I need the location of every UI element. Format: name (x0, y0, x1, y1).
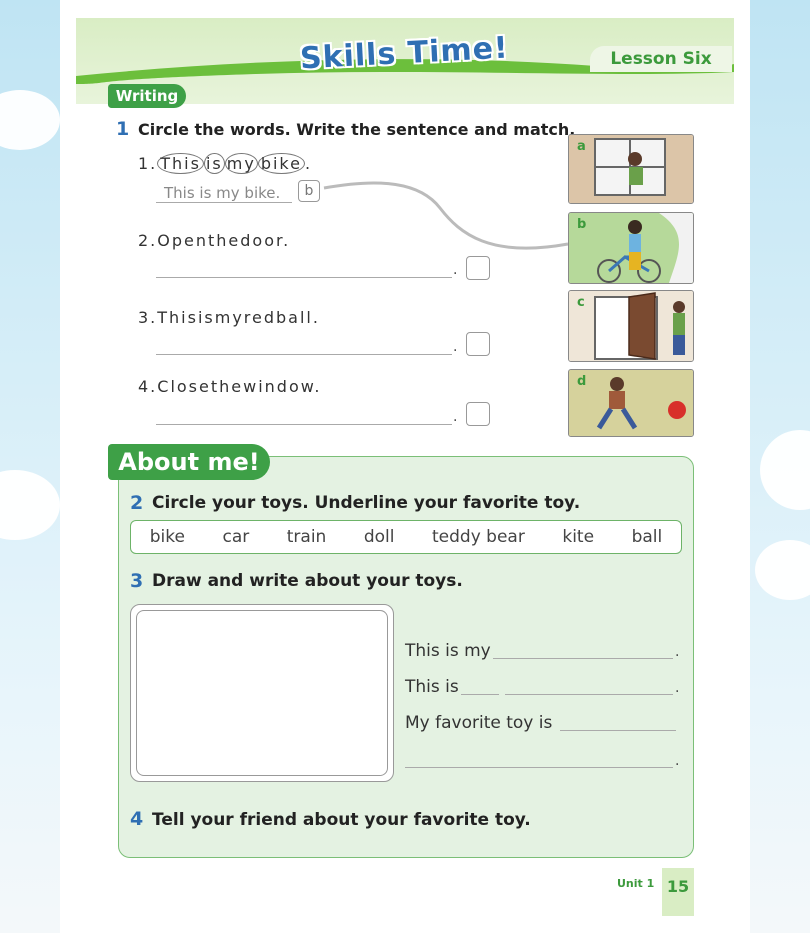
question-instruction: Tell your friend about your favorite toy… (152, 810, 531, 830)
about-me-badge: About me! (108, 444, 270, 480)
lesson-label: Lesson Six (590, 46, 732, 72)
question-instruction: Circle the words. Write the sentence and… (138, 120, 576, 139)
match-connector-line (323, 181, 569, 250)
match-box[interactable] (466, 332, 490, 356)
toy-word[interactable]: kite (562, 527, 594, 547)
picture-label: c (577, 295, 585, 310)
item-2: 2.Openthedoor. (138, 231, 290, 250)
answer-line[interactable] (156, 354, 452, 355)
circled-word[interactable]: my (224, 153, 258, 174)
writing-line[interactable] (560, 730, 676, 731)
toy-word[interactable]: train (287, 527, 327, 547)
item-1: 1. This is my bike. (138, 153, 313, 174)
circled-word[interactable]: This (157, 153, 204, 174)
picture-label: d (577, 374, 587, 389)
picture-c-door: c (568, 290, 694, 362)
writing-line[interactable] (461, 694, 499, 695)
picture-label: b (577, 217, 587, 232)
item-number: 3. (138, 308, 158, 327)
door-illustration (569, 291, 693, 361)
period: . (675, 644, 680, 660)
question-number: 1 (116, 118, 130, 140)
drawing-area[interactable] (136, 610, 388, 776)
bike-illustration (569, 213, 693, 283)
period: . (453, 339, 458, 355)
toy-word[interactable]: bike (150, 527, 185, 547)
sentence-prompt: My favorite toy is (405, 713, 553, 733)
unit-label: Unit 1 (617, 877, 655, 890)
answer-line[interactable] (156, 277, 452, 278)
item-4: 4.Closethewindow. (138, 377, 321, 396)
sentence-prompt: This is my (405, 641, 491, 661)
section-badge-writing: Writing (108, 84, 186, 108)
question-number: 4 (130, 808, 144, 830)
item-number: 2. (138, 231, 158, 250)
ball-illustration (569, 370, 693, 436)
window-illustration (569, 135, 693, 203)
circled-word[interactable]: bike (257, 153, 305, 174)
toy-word[interactable]: car (222, 527, 249, 547)
question-number: 3 (130, 570, 144, 592)
toy-word-bank: bike car train doll teddy bear kite ball (130, 520, 682, 554)
answer-text: This is my bike. (164, 184, 281, 202)
picture-label: a (577, 139, 586, 154)
toy-word[interactable]: doll (364, 527, 395, 547)
scrambled-sentence: Openthedoor. (157, 231, 291, 250)
question-number: 2 (130, 492, 144, 514)
item-3: 3.Thisismyredball. (138, 308, 320, 327)
picture-b-bike: b (568, 212, 694, 284)
circled-word[interactable]: is (203, 153, 225, 174)
background-cloud (0, 90, 60, 150)
match-box[interactable]: b (298, 180, 320, 202)
match-box[interactable] (466, 256, 490, 280)
match-box[interactable] (466, 402, 490, 426)
drawing-box[interactable] (130, 604, 394, 782)
question-instruction: Draw and write about your toys. (152, 571, 463, 591)
scrambled-sentence: Closethewindow. (157, 377, 322, 396)
toy-word[interactable]: teddy bear (432, 527, 525, 547)
picture-d-ball: d (568, 369, 694, 437)
toy-word[interactable]: ball (632, 527, 663, 547)
sentence-end: . (304, 154, 313, 173)
background-cloud (760, 430, 810, 510)
background-cloud (755, 540, 810, 600)
writing-line[interactable] (493, 658, 673, 659)
answer-line (156, 202, 292, 203)
sentence-prompt: This is (405, 677, 459, 697)
item-number: 4. (138, 377, 158, 396)
period: . (453, 262, 458, 278)
picture-a-window: a (568, 134, 694, 204)
item-number: 1. (138, 154, 158, 173)
page-number: 15 (662, 868, 694, 916)
question-instruction: Circle your toys. Underline your favorit… (152, 493, 581, 513)
writing-line[interactable] (505, 694, 673, 695)
scrambled-sentence: Thisismyredball. (157, 308, 320, 327)
period: . (453, 409, 458, 425)
answer-line[interactable] (156, 424, 452, 425)
writing-line[interactable] (405, 767, 673, 768)
period: . (675, 753, 680, 769)
background-cloud (0, 470, 60, 540)
period: . (675, 680, 680, 696)
